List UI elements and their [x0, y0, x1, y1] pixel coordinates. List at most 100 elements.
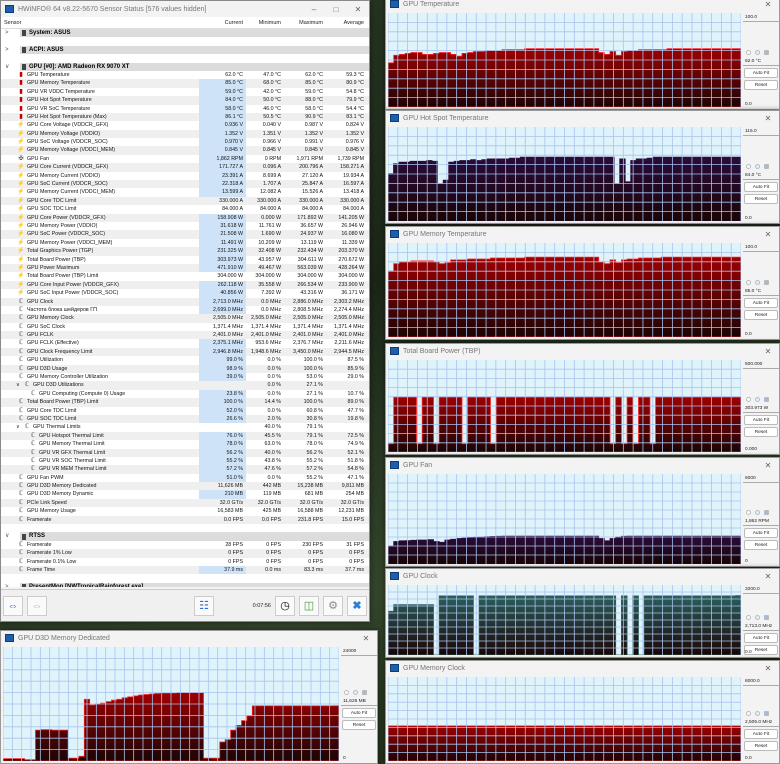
reset-button[interactable]: Reset [744, 426, 778, 437]
close-button[interactable]: ✕ [757, 230, 779, 239]
sensor-row[interactable]: ℂ GPU Memory Thermal Limit 78.0 % 63.0 % 78.… [1, 440, 369, 449]
sensor-row[interactable]: ✠ GPU Fan 1,862 RPM 0 RPM 1,971 RPM 1,739 RPM [1, 154, 369, 164]
auto-fit-button[interactable]: Auto Fit [744, 528, 778, 538]
chevron-down-icon[interactable]: ∨ [16, 423, 20, 431]
sensor-row[interactable]: ⚡ GPU Core Power (VDDCR_GFX) 158.908 W 0.00… [1, 213, 369, 222]
auto-fit-button[interactable]: Auto Fit [744, 68, 778, 79]
sensor-group-system[interactable]: > System: ASUS [1, 29, 369, 38]
chevron-right-icon[interactable]: > [5, 583, 9, 587]
sensor-row[interactable]: ℂ GPU SOC TDC Limit 26.6 % 2.0 % 30.8 % 19.8 … [1, 414, 369, 424]
sensor-row[interactable]: ⚡ Total Graphics Power (TGP) 231.325 W 32.4… [1, 247, 369, 256]
color-option[interactable] [755, 164, 760, 170]
reset-button[interactable]: Reset [342, 720, 376, 731]
reset-button[interactable]: Reset [744, 310, 778, 321]
close-button[interactable]: ✕ [757, 0, 779, 9]
sensor-group-gpu[interactable]: ∨ GPU [#0]: AMD Radeon RX 9070 XT [1, 62, 369, 71]
settings-gear-icon[interactable]: ⚙ [323, 595, 343, 616]
auto-fit-button[interactable]: Auto Fit [744, 633, 778, 643]
graph-max-value[interactable]: 100.0 [743, 243, 779, 252]
sensor-row[interactable]: ⚡ Total Board Power (TBP) Limit 304.000 W 3… [1, 272, 369, 280]
sensor-row[interactable]: ℂ Framerate 0.0 FPS 0.0 FPS 231.8 FPS 15.0 FP… [1, 515, 369, 525]
sensor-row[interactable]: ℂ GPU D3D Memory Dedicated 11,626 MB 442 MB… [1, 482, 369, 491]
graph-max-value[interactable]: 24000 [341, 647, 377, 656]
chevron-right-icon[interactable]: > [5, 29, 9, 37]
color-option[interactable] [755, 711, 760, 717]
color-option[interactable] [755, 510, 760, 515]
col-minimum[interactable]: Minimum [246, 20, 284, 26]
col-sensor[interactable]: Sensor [1, 20, 199, 26]
sensor-row[interactable]: ℂ GPU Utilization 99.0 % 0.0 % 100.0 % 87.5 % [1, 356, 369, 365]
log-add-icon[interactable]: ◫ [299, 595, 319, 616]
close-button[interactable]: ✕ [757, 664, 779, 673]
sensor-row[interactable]: ⚡ GPU Memory Power (VDDIO) 31.618 W 11.761 … [1, 221, 369, 231]
expand-arrows-icon[interactable]: ⇔ [3, 595, 23, 616]
color-option-selected[interactable] [764, 280, 769, 286]
col-maximum[interactable]: Maximum [284, 20, 326, 26]
graph-max-value[interactable]: 115.0 [743, 127, 779, 136]
col-current[interactable]: Current [199, 20, 246, 26]
minimize-button[interactable]: – [303, 5, 325, 14]
sensor-row[interactable]: ℂ GPU D3D Memory Dynamic 210 MB 119 MB 681 M… [1, 490, 369, 499]
sensor-group-acpi[interactable]: > ACPI: ASUS [1, 45, 369, 55]
close-x-icon[interactable]: ✖ [347, 595, 367, 616]
auto-fit-button[interactable]: Auto Fit [342, 708, 376, 719]
chevron-right-icon[interactable]: > [5, 46, 9, 54]
sensor-row[interactable]: ⚡ GPU Memory Voltage (VDDIO) 1.352 V 1.351 … [1, 129, 369, 139]
sensor-row[interactable]: ⚡ GPU Core TDC Limit 330.000 A 330.000 A 330… [1, 196, 369, 206]
sensor-row[interactable]: ℂ GPU Clock 2,713.0 MHz 0.0 MHz 2,886.0 MHz 2… [1, 297, 369, 306]
color-option-selected[interactable] [764, 510, 769, 515]
graph-min-value[interactable]: 0.000 [745, 447, 757, 452]
graph-min-value[interactable]: 0.0 [745, 756, 752, 761]
close-button[interactable]: ✕ [355, 634, 377, 643]
sensor-row[interactable]: ℂ GPU Clock Frequency Limit 2,946.8 MHz 1,9… [1, 347, 369, 357]
sensor-row[interactable]: ℂ GPU Fan PWM 51.0 % 0.0 % 55.2 % 47.1 % [1, 473, 369, 483]
sensor-row[interactable]: ⚡ GPU Memory Current (VDDCI_MEM) 13.599 A 1… [1, 188, 369, 197]
sensor-row[interactable]: ℂ GPU Memory Clock 2,505.0 MHz 2,505.0 MHz 2… [1, 314, 369, 323]
sensor-row[interactable]: ℂ GPU Memory Usage 16,583 MB 425 MB 16,588 M… [1, 507, 369, 515]
sensor-row[interactable]: ℂ GPU Memory Controller Utilization 39.0 %… [1, 373, 369, 382]
clock-reset-icon[interactable]: ◷ [275, 595, 295, 616]
color-option[interactable] [755, 280, 760, 286]
sensor-row[interactable]: ▮ GPU Hot Spot Temperature 84.0 °C 50.0 °C 8… [1, 96, 369, 105]
color-option[interactable] [746, 711, 751, 717]
color-option[interactable] [746, 50, 751, 56]
graph-min-value[interactable]: 0.0 [745, 216, 752, 221]
graph-min-value[interactable]: 0.0 [745, 102, 752, 107]
chevron-down-icon[interactable]: ∨ [5, 63, 9, 71]
color-option[interactable] [353, 690, 358, 696]
close-button[interactable]: ✕ [757, 572, 779, 581]
color-option-selected[interactable] [764, 396, 769, 402]
sensor-row[interactable]: ℂ Framerate 0.1% Low 0 FPS 0 FPS 0 FPS 0 FPS [1, 558, 369, 566]
reset-button[interactable]: Reset [744, 741, 778, 752]
sensor-row[interactable]: ℂ GPU VR SOC Thermal Limit 55.2 % 43.8 % 55.… [1, 456, 369, 466]
sensor-row[interactable]: ⚡ GPU SoC Current (VDDCR_SOC) 22.318 A 1.70… [1, 180, 369, 189]
collapse-arrows-icon[interactable]: ⇔ [27, 595, 47, 616]
reset-button[interactable]: Reset [744, 540, 778, 550]
sensor-row[interactable]: ℂ GPU FCLK (Effective) 2,375.1 MHz 953.6 MH… [1, 339, 369, 348]
sensor-group-presentmon[interactable]: > PresentMon [NWTropicalRainforest.exe] [1, 582, 369, 587]
sensor-row[interactable]: ℂ Framerate 1% Low 0 FPS 0 FPS 0 FPS 0 FPS [1, 549, 369, 558]
sensor-row[interactable]: ⚡ GPU SoC Voltage (VDDCR_SOC) 0.970 V 0.966… [1, 138, 369, 147]
color-option[interactable] [746, 510, 751, 515]
sensor-group-rtss[interactable]: ∨ RTSS [1, 532, 369, 541]
close-button[interactable]: ✕ [347, 5, 369, 14]
sensor-row[interactable]: ⚡ GPU Memory Power (VDDCI_MEM) 11.491 W 10.… [1, 238, 369, 248]
graph-max-value[interactable]: 3200.0 [743, 585, 779, 594]
color-option[interactable] [755, 50, 760, 56]
auto-fit-button[interactable]: Auto Fit [744, 182, 778, 193]
chevron-down-icon[interactable]: ∨ [5, 532, 9, 540]
graph-min-value[interactable]: 0.0 [745, 332, 752, 337]
sensor-row[interactable]: ⚡ GPU Core Input Power (VDDCR_GFX) 262.118… [1, 280, 369, 290]
sensor-row[interactable]: ⚡ Total Board Power (TBP) 303.973 W 43.957 … [1, 255, 369, 264]
color-option[interactable] [746, 615, 751, 620]
sensor-row[interactable]: ∨ ℂ GPU D3D Utilizations 0.0 % 27.1 % [1, 381, 369, 390]
sensor-row[interactable]: ℂ Частота блока шейдеров ГП 2,699.0 MHz 0.0… [1, 305, 369, 315]
graph-min-value[interactable]: 0 [745, 559, 748, 564]
color-option[interactable] [746, 164, 751, 170]
color-option-selected[interactable] [362, 690, 367, 696]
sensor-row[interactable]: ⚡ GPU Memory Current (VDDIO) 23.391 A 8.699… [1, 171, 369, 181]
sensor-row[interactable]: ℂ GPU D3D Usage 98.9 % 0.0 % 100.0 % 85.9 % [1, 364, 369, 374]
auto-fit-button[interactable]: Auto Fit [744, 414, 778, 425]
sensor-row[interactable]: ⚡ GPU SoC Power (VDDCR_SOC) 21.508 W 1.690 … [1, 230, 369, 239]
sensor-row[interactable]: ℂ GPU SoC Clock 1,371.4 MHz 1,371.4 MHz 1,37… [1, 323, 369, 331]
